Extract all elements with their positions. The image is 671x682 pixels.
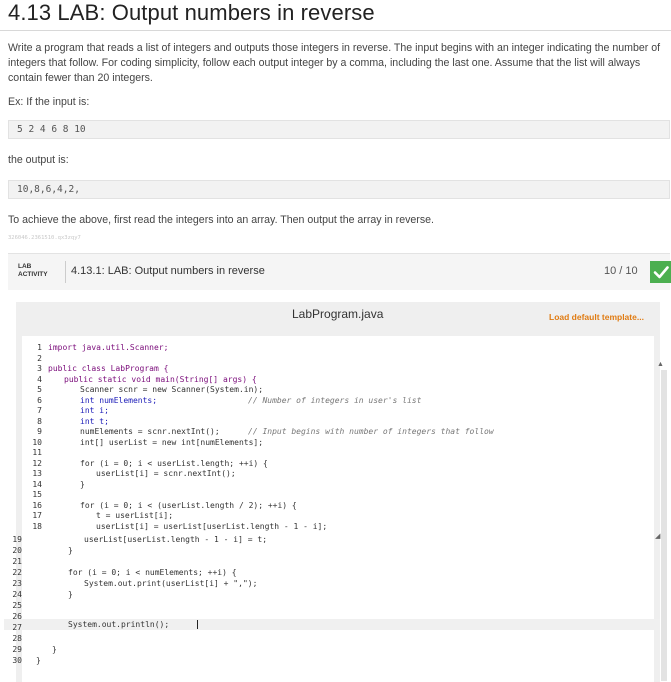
line-number: 26 (12, 612, 22, 621)
example-output-box: 10,8,6,4,2, (8, 180, 670, 199)
line-number: 14 (32, 479, 42, 489)
line-number: 20 (12, 546, 22, 555)
resize-arrow-icon[interactable]: ◢ (655, 532, 660, 540)
line-number: 3 (37, 364, 42, 373)
line-number: 30 (12, 656, 22, 665)
code-line: numElements = scnr.nextInt(); (80, 427, 220, 436)
editor-filename: LabProgram.java (292, 307, 384, 321)
line-number: 6 (37, 395, 42, 405)
line-number: 21 (12, 557, 22, 566)
code-line: int i; (80, 406, 109, 415)
line-number: 2 (37, 353, 42, 363)
line-number: 22 (12, 568, 22, 577)
lab-badge-line2: ACTIVITY (18, 271, 48, 278)
code-line: for (i = 0; i < userList.length; ++i) { (80, 458, 268, 468)
hint-text: To achieve the above, first read the int… (8, 214, 434, 226)
load-default-template-link[interactable]: Load default template... (549, 312, 644, 322)
example-label: Ex: If the input is: (8, 96, 90, 108)
line-number: 4 (37, 374, 42, 384)
line-number: 8 (37, 416, 42, 426)
line-number: 18 (32, 521, 42, 531)
code-line: public class LabProgram { (48, 364, 169, 373)
example-input-box: 5 2 4 6 8 10 (8, 120, 670, 139)
text-cursor (197, 620, 198, 629)
line-number: 5 (37, 385, 42, 394)
title-divider (0, 30, 671, 31)
code-line: } (80, 479, 85, 489)
code-line: } (52, 645, 57, 654)
tracking-id: 326046.2361510.qx3zqy7 (8, 235, 81, 241)
code-line: for (i = 0; i < (userList.length / 2); +… (80, 500, 297, 510)
line-number: 9 (37, 427, 42, 436)
code-line: int t; (80, 416, 109, 426)
lab-header-separator (65, 261, 66, 283)
lab-activity-title: 4.13.1: LAB: Output numbers in reverse (71, 265, 265, 277)
line-number: 28 (12, 634, 22, 643)
line-number: 27 (12, 623, 22, 632)
code-comment: // Number of integers in user's list (248, 395, 422, 405)
line-number: 1 (37, 343, 42, 352)
code-line: System.out.print(userList[i] + ","); (84, 579, 258, 588)
lab-activity-badge: LAB ACTIVITY (18, 263, 48, 279)
line-number: 10 (32, 437, 42, 447)
output-label: the output is: (8, 154, 69, 166)
line-number: 19 (12, 535, 22, 544)
scroll-up-arrow-icon[interactable]: ▲ (657, 361, 664, 368)
line-number: 13 (32, 469, 42, 478)
line-number: 17 (32, 511, 42, 520)
code-line: int numElements; (80, 395, 158, 405)
code-line: for (i = 0; i < numElements; ++i) { (68, 568, 237, 577)
code-line: userList[userList.length - 1 - i] = t; (84, 535, 268, 544)
line-number: 23 (12, 579, 22, 588)
code-line: System.out.println(); (68, 620, 170, 629)
code-line: import java.util.Scanner; (48, 343, 169, 352)
line-number: 15 (32, 490, 42, 499)
page-title: 4.13 LAB: Output numbers in reverse (8, 0, 375, 25)
code-line: int[] userList = new int[numElements]; (80, 437, 264, 447)
code-line: } (68, 590, 73, 599)
code-line: public static void main(String[] args) { (64, 374, 257, 384)
line-number: 24 (12, 590, 22, 599)
checkmark-icon (650, 261, 671, 283)
code-comment: // Input begins with number of integers … (248, 427, 494, 436)
lab-activity-header: LAB ACTIVITY 4.13.1: LAB: Output numbers… (8, 253, 671, 290)
code-line: } (36, 656, 41, 665)
line-number: 12 (32, 458, 42, 468)
line-number: 7 (37, 406, 42, 415)
code-line: t = userList[i]; (96, 511, 174, 520)
code-line: Scanner scnr = new Scanner(System.in); (80, 385, 264, 394)
lab-badge-line1: LAB (18, 263, 32, 270)
problem-description: Write a program that reads a list of int… (8, 42, 661, 84)
line-number: 25 (12, 601, 22, 610)
code-line: userList[i] = userList[userList.length -… (96, 521, 328, 531)
editor-scrollbar[interactable] (661, 370, 667, 681)
lab-score: 10 / 10 (604, 265, 638, 277)
code-line: userList[i] = scnr.nextInt(); (96, 469, 236, 478)
line-number: 11 (32, 448, 42, 457)
code-line: } (68, 546, 73, 555)
line-number: 29 (12, 645, 22, 654)
line-number: 16 (32, 500, 42, 510)
